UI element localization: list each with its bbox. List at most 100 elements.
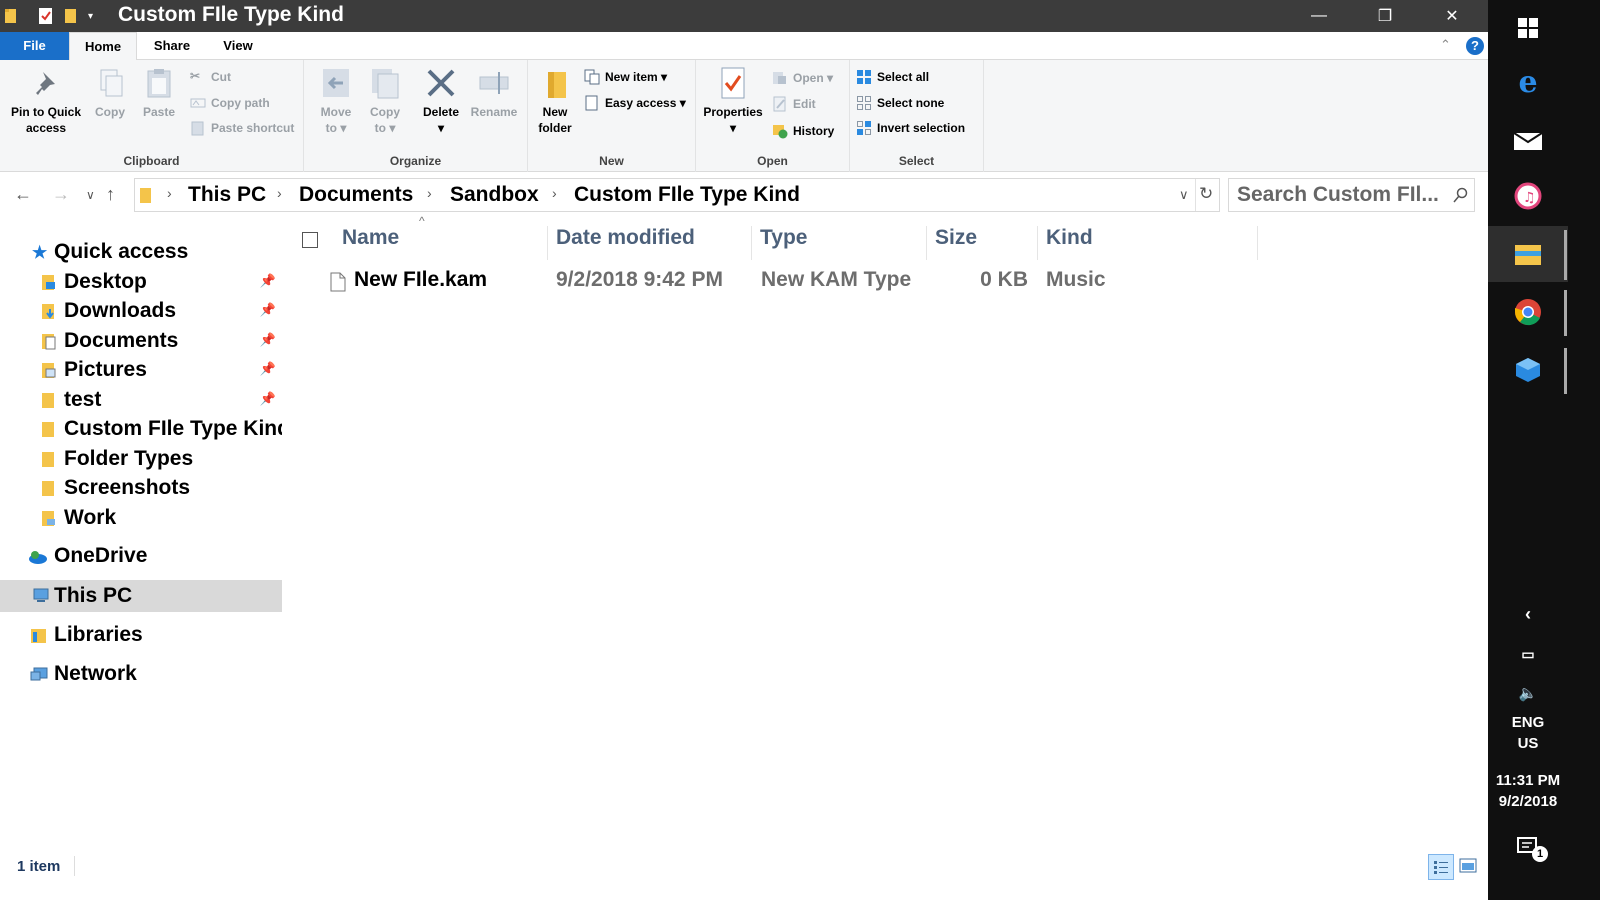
taskbar-mail[interactable] xyxy=(1488,112,1568,168)
language-indicator[interactable]: ENG US xyxy=(1488,714,1568,752)
paste-shortcut-button[interactable]: Paste shortcut xyxy=(190,120,294,136)
history-label: History xyxy=(793,124,835,138)
taskbar-edge[interactable]: e xyxy=(1488,54,1568,110)
pin-icon[interactable]: 📌 xyxy=(260,273,276,289)
title-bar: ▾ Custom FIle Type Kind — ❐ ✕ xyxy=(0,0,1488,32)
nav-item-desktop[interactable]: Desktop 📌 xyxy=(0,268,282,297)
minimize-button[interactable]: — xyxy=(1286,0,1352,32)
taskbar-itunes[interactable]: ♫ xyxy=(1488,168,1568,224)
breadcrumb-separator-icon[interactable]: › xyxy=(427,185,432,201)
paste-button[interactable]: Paste xyxy=(136,66,182,120)
search-input[interactable] xyxy=(1237,183,1442,207)
pin-icon[interactable]: 📌 xyxy=(260,332,276,348)
nav-quick-access[interactable]: ★ Quick access xyxy=(0,238,282,267)
column-header-type[interactable]: Type xyxy=(752,226,927,260)
nav-this-pc-label: This PC xyxy=(54,584,133,607)
address-bar[interactable]: › This PC › Documents › Sandbox › Custom… xyxy=(134,178,1220,212)
tab-share[interactable]: Share xyxy=(137,32,207,60)
show-hidden-icons-chevron-icon[interactable]: ‹ xyxy=(1488,604,1568,625)
easy-access-button[interactable]: Easy access ▾ xyxy=(584,95,686,111)
nav-item-work[interactable]: Work xyxy=(0,504,282,533)
start-button[interactable] xyxy=(1488,0,1568,56)
breadcrumb-separator-icon[interactable]: › xyxy=(277,185,282,201)
nav-item-test[interactable]: test 📌 xyxy=(0,386,282,415)
nav-libraries[interactable]: Libraries xyxy=(0,621,282,650)
breadcrumb-separator-icon[interactable]: › xyxy=(167,185,172,201)
pin-to-quick-access-button[interactable]: Pin to Quick access xyxy=(4,66,88,136)
customize-quick-access-icon[interactable]: ▾ xyxy=(88,6,93,26)
pin-icon[interactable]: 📌 xyxy=(260,391,276,407)
close-button[interactable]: ✕ xyxy=(1419,0,1485,32)
breadcrumb-this-pc[interactable]: This PC xyxy=(188,183,266,207)
delete-x-icon xyxy=(427,69,455,97)
breadcrumb-documents[interactable]: Documents xyxy=(299,183,413,207)
tab-home[interactable]: Home xyxy=(69,32,137,61)
copy-path-button[interactable]: Copy path xyxy=(190,95,270,111)
rename-button[interactable]: Rename xyxy=(468,66,520,120)
nav-item-downloads[interactable]: Downloads 📌 xyxy=(0,297,282,326)
nav-onedrive[interactable]: OneDrive xyxy=(0,542,282,571)
help-icon[interactable]: ? xyxy=(1466,37,1484,55)
select-group: Select all Select none Invert selection … xyxy=(850,60,984,172)
search-icon[interactable] xyxy=(1453,187,1469,203)
properties-button[interactable]: Properties ▾ xyxy=(700,66,766,136)
invert-selection-button[interactable]: Invert selection xyxy=(856,120,965,136)
tab-file[interactable]: File xyxy=(0,32,69,60)
breadcrumb-sandbox[interactable]: Sandbox xyxy=(450,183,539,207)
refresh-icon[interactable]: ↻ xyxy=(1199,184,1213,204)
nav-item-folder-types[interactable]: Folder Types xyxy=(0,445,282,474)
column-header-size[interactable]: Size xyxy=(927,226,1038,260)
battery-icon[interactable]: ▭ xyxy=(1488,646,1568,663)
taskbar-file-explorer[interactable] xyxy=(1488,226,1568,282)
column-header-name[interactable]: Name xyxy=(334,226,548,260)
nav-item-screenshots[interactable]: Screenshots xyxy=(0,474,282,503)
breadcrumb-current-folder[interactable]: Custom FIle Type Kind xyxy=(574,183,800,207)
new-group: New folder New item ▾ Easy access ▾ New xyxy=(528,60,696,172)
nav-network-label: Network xyxy=(54,662,137,685)
copy-to-button[interactable]: Copy to ▾ xyxy=(364,66,406,136)
move-to-button[interactable]: Move to ▾ xyxy=(314,66,358,136)
tab-view[interactable]: View xyxy=(207,32,269,60)
restore-button[interactable]: ❐ xyxy=(1352,0,1418,32)
edit-icon xyxy=(773,96,786,112)
nav-item-pictures[interactable]: Pictures 📌 xyxy=(0,356,282,385)
nav-item-custom-file-type-kind[interactable]: Custom FIle Type Kind xyxy=(0,415,282,444)
nav-this-pc[interactable]: This PC xyxy=(0,580,282,612)
edit-button[interactable]: Edit xyxy=(772,96,816,112)
action-center-button[interactable]: 1 xyxy=(1488,836,1568,862)
new-folder-button[interactable]: New folder xyxy=(534,66,576,136)
nav-item-documents[interactable]: Documents 📌 xyxy=(0,327,282,356)
taskbar-chrome[interactable] xyxy=(1488,284,1568,340)
open-button[interactable]: Open ▾ xyxy=(772,70,833,86)
pin-icon[interactable]: 📌 xyxy=(260,361,276,377)
address-dropdown-chevron-icon[interactable]: ∨ xyxy=(1179,187,1189,203)
select-all-button[interactable]: Select all xyxy=(856,69,929,85)
history-button[interactable]: History xyxy=(772,123,834,139)
paste-icon xyxy=(147,69,171,98)
forward-arrow-icon[interactable]: → xyxy=(52,184,70,205)
copy-button[interactable]: Copy xyxy=(88,66,132,120)
pin-icon[interactable]: 📌 xyxy=(260,302,276,318)
collapse-ribbon-icon[interactable]: ⌃ xyxy=(1440,37,1451,53)
taskbar-app[interactable] xyxy=(1488,342,1568,398)
volume-icon[interactable]: 🔈 xyxy=(1488,684,1568,702)
cut-button[interactable]: ✂ Cut xyxy=(190,69,231,85)
new-item-button[interactable]: New item ▾ xyxy=(584,69,667,85)
search-box[interactable] xyxy=(1228,178,1475,212)
new-folder-quick-icon[interactable] xyxy=(64,6,78,26)
up-arrow-icon[interactable]: ↑ xyxy=(106,184,115,205)
open-label: Open xyxy=(793,71,824,85)
large-icons-view-icon[interactable] xyxy=(1459,858,1477,879)
details-view-icon[interactable] xyxy=(1428,854,1454,880)
properties-quick-icon[interactable] xyxy=(38,6,54,26)
delete-button[interactable]: Delete ▾ xyxy=(416,66,466,136)
recent-locations-chevron-icon[interactable]: ∨ xyxy=(86,188,95,202)
clock[interactable]: 11:31 PM 9/2/2018 xyxy=(1488,772,1568,810)
nav-network[interactable]: Network xyxy=(0,660,282,689)
breadcrumb-separator-icon[interactable]: › xyxy=(552,185,557,201)
column-header-date[interactable]: Date modified xyxy=(548,226,752,260)
select-none-button[interactable]: Select none xyxy=(856,95,944,111)
select-all-checkbox[interactable] xyxy=(302,232,318,248)
back-arrow-icon[interactable]: ← xyxy=(14,184,32,205)
column-header-kind[interactable]: Kind xyxy=(1038,226,1258,260)
